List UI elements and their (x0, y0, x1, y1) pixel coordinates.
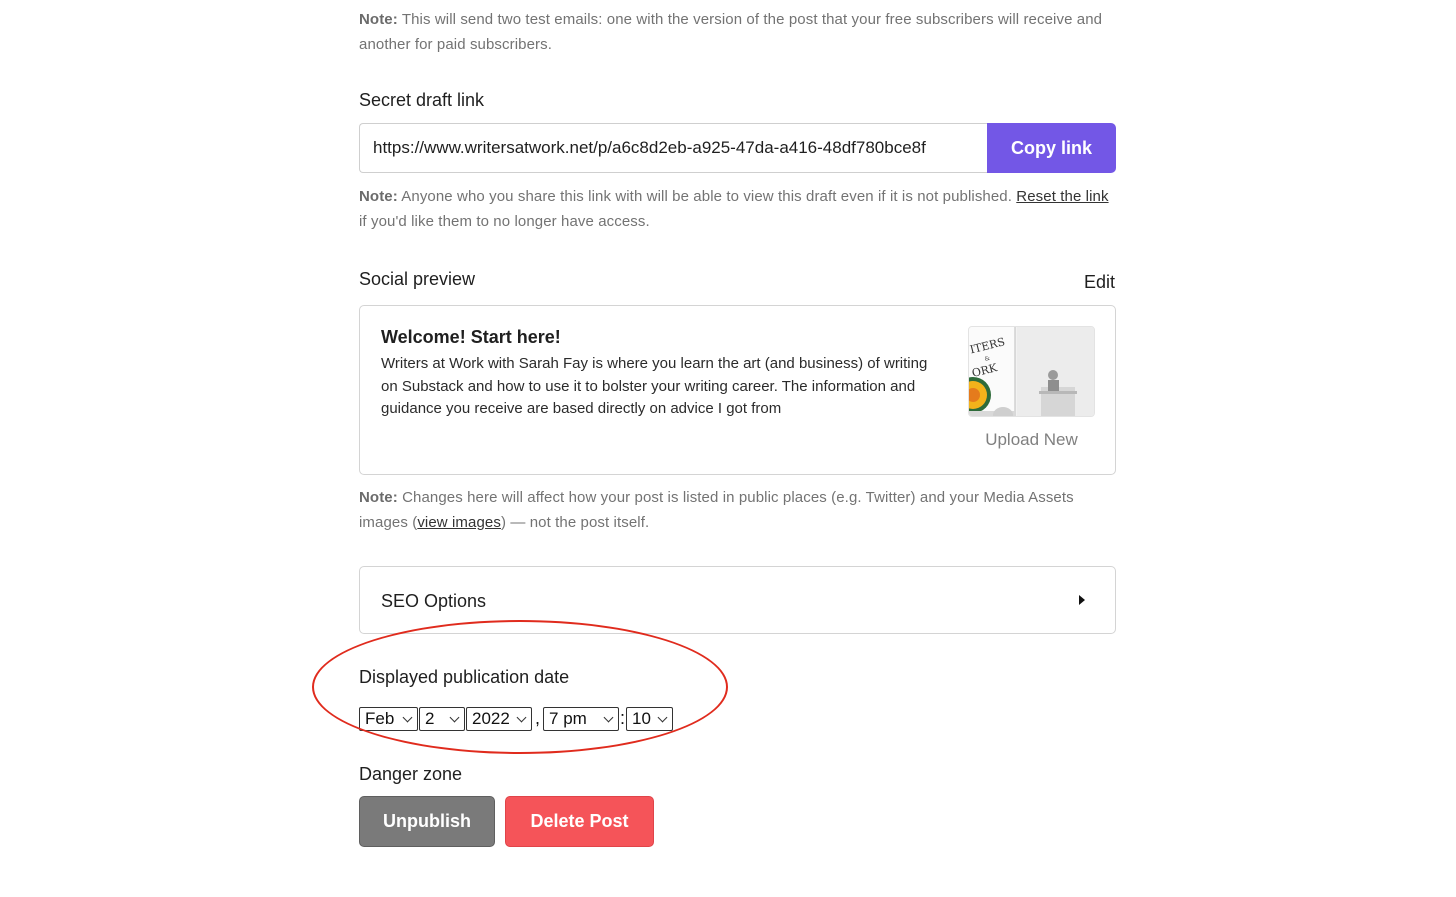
year-select[interactable]: 2022 (466, 706, 532, 731)
chevron-down-icon (449, 712, 460, 722)
reset-link[interactable]: Reset the link (1016, 188, 1108, 205)
chevron-down-icon (603, 712, 614, 722)
day-select[interactable]: 2 (419, 706, 465, 731)
publication-date-selects: Feb 2 2022 , 7 pm : 10 (359, 706, 674, 731)
note-label: Note: (359, 11, 398, 28)
danger-zone-title: Danger zone (359, 764, 463, 784)
note-text: if you'd like them to no longer have acc… (359, 213, 650, 230)
day-value: 2 (425, 708, 435, 728)
preview-thumbnail[interactable]: ITERS & ORK (968, 326, 1095, 417)
thumbnail-image: ITERS & ORK (969, 327, 1094, 416)
chevron-down-icon (657, 712, 668, 722)
delete-post-button[interactable]: Delete Post (505, 796, 654, 847)
chevron-down-icon (516, 712, 527, 722)
secret-link-input[interactable] (359, 123, 987, 173)
note-label: Note: (359, 188, 398, 205)
view-images-link[interactable]: view images (417, 514, 501, 531)
month-select[interactable]: Feb (359, 706, 418, 731)
note-text: ) — not the post itself. (500, 514, 650, 531)
hour-value: 7 pm (549, 708, 587, 728)
minute-select[interactable]: 10 (626, 706, 674, 731)
unpublish-button[interactable]: Unpublish (359, 796, 495, 847)
social-preview-note: Note: Changes here will affect how your … (359, 485, 1116, 535)
secret-link-title: Secret draft link (359, 90, 485, 110)
secret-link-row: Copy link (359, 123, 1116, 173)
social-preview-card: Welcome! Start here! Writers at Work wit… (359, 305, 1116, 475)
time-colon: : (620, 708, 626, 728)
edit-social-preview-button[interactable]: Edit (1084, 272, 1115, 293)
publication-date-title: Displayed publication date (359, 667, 570, 687)
seo-options-label: SEO Options (381, 591, 487, 611)
copy-link-button[interactable]: Copy link (987, 123, 1116, 173)
test-email-note: Note: This will send two test emails: on… (359, 7, 1116, 57)
hour-select[interactable]: 7 pm (543, 706, 620, 731)
card-description: Writers at Work with Sarah Fay is where … (381, 355, 928, 417)
caret-right-icon (1079, 595, 1085, 605)
chevron-down-icon (402, 712, 413, 722)
social-preview-title: Social preview (359, 269, 476, 289)
upload-new-button[interactable]: Upload New (968, 430, 1095, 450)
year-value: 2022 (472, 708, 510, 728)
seo-options-toggle[interactable]: SEO Options (359, 566, 1116, 634)
card-title: Welcome! Start here! (381, 327, 561, 347)
note-label: Note: (359, 489, 398, 506)
note-text: This will send two test emails: one with… (359, 11, 1103, 53)
date-comma: , (535, 708, 541, 728)
minute-value: 10 (632, 708, 651, 728)
note-text: Anyone who you share this link with will… (397, 188, 1017, 205)
month-value: Feb (365, 708, 395, 728)
secret-link-note: Note: Anyone who you share this link wit… (359, 184, 1116, 234)
